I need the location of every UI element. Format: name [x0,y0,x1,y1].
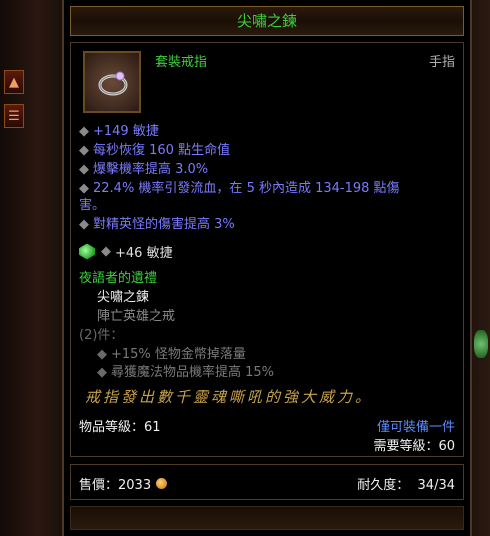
bullet-icon: ◆ [101,244,111,259]
set-item-missing: 陣亡英雄之戒 [97,309,176,324]
bullet-icon: ◆ [79,124,89,139]
item-title: 尖嘯之鍊 [70,6,464,36]
item-level: 物品等級：61 [79,420,161,435]
required-level: 需要等級：60 [373,439,455,454]
side-button-up[interactable]: ▲ [4,70,24,94]
emerald-gem-icon [79,243,95,260]
socket-gem-icon [474,330,488,358]
sell-price: 售價：2033 [79,474,168,493]
bullet-icon: ◆ [79,162,89,177]
bullet-icon: ◆ [79,143,89,158]
durability: 耐久度： 34/34 [357,478,455,493]
stat-line: ◆ 22.4% 機率引發流血，在 5 秒內造成 134-198 點傷 [79,181,400,196]
tooltip-bottom-frame [70,506,464,530]
unique-equipped: 僅可裝備一件 [376,420,455,435]
bullet-icon: ◆ [79,181,89,196]
item-details-panel: 套裝戒指 手指 ◆ +149 敏捷 ◆ 每秒恢復 160 點生命值 ◆ 爆擊機率提高 … [70,42,464,457]
side-button-menu[interactable]: ☰ [4,104,24,128]
socket-line: ◆ +46 敏捷 [79,242,173,261]
stat-line: ◆ 爆擊機率提高 3.0% [79,162,209,177]
set-bonus-line: ◆ 尋獲魔法物品機率提高 15% [97,365,275,380]
item-tooltip: 尖嘯之鍊 套裝戒指 手指 ◆ +149 敏捷 ◆ 每秒恢復 160 點生命值 ◆ 爆擊… [62,0,472,536]
bullet-icon: ◆ [97,347,107,362]
set-bonus-line: ◆ +15% 怪物金幣掉落量 [97,347,246,362]
stat-line: ◆ +149 敏捷 [79,124,159,139]
item-slot: 手指 [428,55,455,70]
gem-bonus: +46 敏捷 [115,246,173,261]
set-name: 夜語者的遺禮 [79,271,158,286]
bullet-icon: ◆ [79,217,89,232]
set-item-owned: 尖嘯之鍊 [97,290,150,305]
stat-line: ◆ 每秒恢復 160 點生命值 [79,143,231,158]
stat-line-continued: 害。 [79,198,106,213]
gold-coin-icon [156,478,168,489]
bullet-icon: ◆ [97,365,107,380]
tooltip-footer: 售價：2033 耐久度： 34/34 [70,464,464,500]
ring-icon [83,51,141,113]
left-frame: ▲ ☰ [0,0,62,536]
item-type: 套裝戒指 [155,55,208,70]
stat-line: ◆ 對精英怪的傷害提高 3% [79,217,235,232]
flavor-text: 戒指發出數千靈魂嘶吼的強大威力。 [85,388,374,406]
set-bonus-header: (2)件： [79,328,124,343]
